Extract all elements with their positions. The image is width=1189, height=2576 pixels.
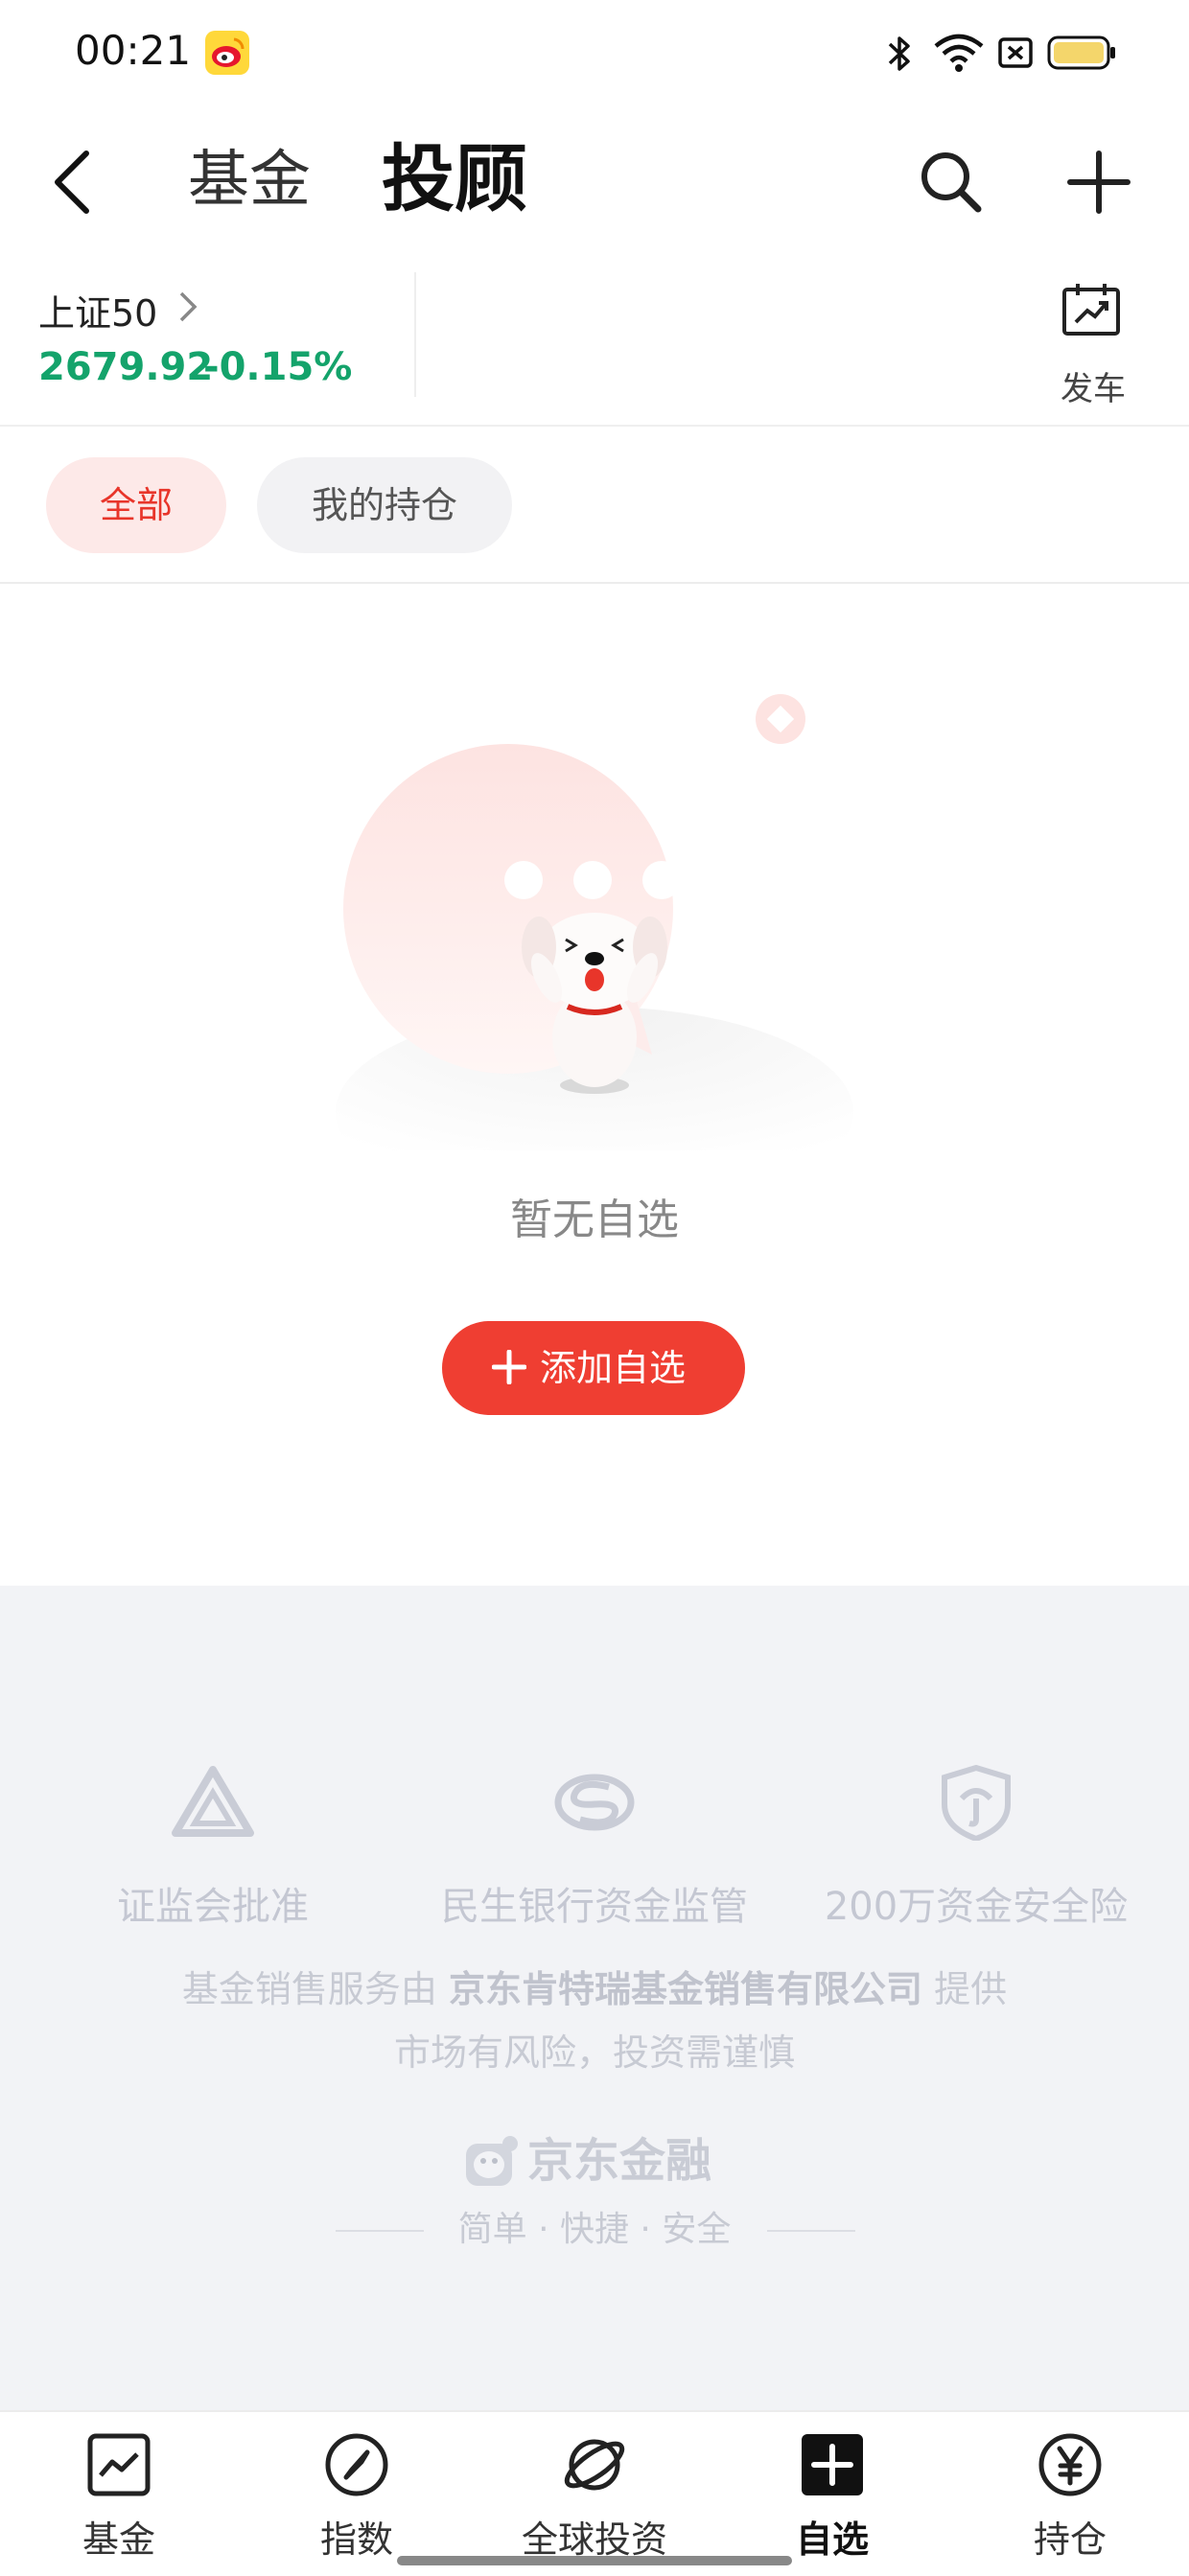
- weibo-icon: [205, 31, 249, 75]
- plus-icon: [492, 1350, 526, 1384]
- trust-item-bank: 民生银行资金监管: [403, 1764, 786, 1931]
- index-name[interactable]: 上证50: [38, 284, 157, 337]
- home-indicator[interactable]: [397, 2556, 792, 2565]
- back-icon[interactable]: [44, 146, 102, 219]
- sim-off-icon: [998, 37, 1033, 68]
- status-time: 00:21: [75, 27, 192, 74]
- index-strip: 上证50 2679.92 -0.15% 发车: [0, 259, 1189, 427]
- regulator-icon: [172, 1766, 254, 1837]
- wifi-icon: [934, 34, 984, 72]
- bank-icon: [554, 1774, 635, 1831]
- index-divider: [414, 272, 416, 397]
- filter-chip-holdings[interactable]: 我的持仓: [257, 457, 512, 553]
- nav-item-global[interactable]: 全球投资: [499, 2431, 690, 2575]
- compass-icon: [325, 2433, 388, 2496]
- nav-label-fund: 基金: [82, 2518, 155, 2561]
- chart-icon: [87, 2433, 151, 2496]
- status-bar: 00:21: [0, 0, 1189, 105]
- nav-item-watchlist[interactable]: 自选: [736, 2431, 928, 2575]
- brand-slogan: 简单 · 快捷 · 安全: [457, 2210, 732, 2249]
- trust-item-insurance: 200万资金安全险: [784, 1764, 1168, 1931]
- filter-row: 全部 我的持仓: [0, 429, 1189, 584]
- index-value: 2679.92: [38, 345, 214, 389]
- bluetooth-icon: [888, 36, 910, 71]
- empty-message: 暂无自选: [510, 1195, 679, 1244]
- planet-icon: [564, 2439, 625, 2491]
- add-watchlist-button[interactable]: 添加自选: [442, 1321, 745, 1415]
- brand-row: 京东金融: [0, 2130, 1189, 2207]
- brand-name: 京东金融: [527, 2134, 712, 2188]
- trust-label-bank: 民生银行资金监管: [441, 1885, 748, 1929]
- shield-icon: [942, 1764, 1011, 1841]
- search-icon[interactable]: [915, 146, 988, 219]
- service-statement: 基金销售服务由 京东肯特瑞基金销售有限公司 提供: [0, 1960, 1189, 2012]
- trust-label-regulator: 证监会批准: [117, 1885, 309, 1929]
- top-header: 基金 投顾: [0, 125, 1189, 240]
- plus-square-icon: [802, 2434, 863, 2495]
- empty-illustration: [336, 694, 853, 1150]
- tab-fund[interactable]: 基金: [188, 142, 311, 219]
- trust-label-insurance: 200万资金安全险: [824, 1885, 1129, 1929]
- nav-label-global: 全球投资: [521, 2518, 667, 2561]
- filter-chip-all[interactable]: 全部: [46, 457, 226, 553]
- trust-footer: 证监会批准 民生银行资金监管 200万资金安全险 基金销售服务由 京东肯特瑞基金…: [0, 1586, 1189, 2410]
- jd-dog-logo-icon: [466, 2136, 518, 2186]
- nav-label-holdings: 持仓: [1033, 2518, 1107, 2561]
- service-suffix: 提供: [934, 1968, 1008, 2010]
- slogan-row: 简单 · 快捷 · 安全: [0, 2203, 1189, 2257]
- battery-icon: [1047, 35, 1115, 70]
- nav-item-index[interactable]: 指数: [261, 2431, 453, 2575]
- risk-notice: 市场有风险，投资需谨慎: [393, 2031, 795, 2074]
- nav-item-fund[interactable]: 基金: [23, 2431, 215, 2575]
- calendar-trend-icon: [1062, 284, 1120, 336]
- launch-button[interactable]: 发车: [1055, 278, 1131, 408]
- service-prefix: 基金销售服务由: [181, 1968, 437, 2010]
- trust-item-regulator: 证监会批准: [21, 1764, 405, 1931]
- nav-item-holdings[interactable]: 持仓: [974, 2431, 1166, 2575]
- nav-label-index: 指数: [319, 2518, 393, 2561]
- nav-label-watchlist: 自选: [795, 2518, 869, 2561]
- service-company: 京东肯特瑞基金销售有限公司: [448, 1968, 922, 2010]
- index-change: -0.15%: [203, 345, 353, 389]
- tab-advisor[interactable]: 投顾: [382, 136, 527, 222]
- bottom-nav: 基金 指数 全球投资 自选 持仓: [0, 2410, 1189, 2576]
- launch-label: 发车: [1061, 370, 1126, 408]
- chevron-right-icon[interactable]: [176, 288, 199, 326]
- plus-icon[interactable]: [1062, 146, 1135, 219]
- add-watchlist-label: 添加自选: [540, 1347, 687, 1389]
- yen-icon: [1038, 2433, 1102, 2496]
